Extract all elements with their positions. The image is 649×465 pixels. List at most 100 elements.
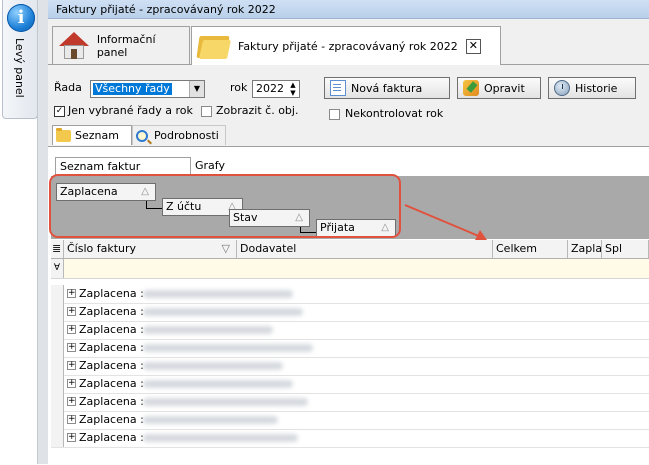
left-panel-tab[interactable]: i Levý panel bbox=[2, 0, 38, 119]
expand-icon[interactable]: + bbox=[67, 433, 76, 442]
redacted-value bbox=[143, 434, 298, 442]
row-header[interactable] bbox=[51, 429, 64, 447]
group-row-label: Zaplacena : bbox=[79, 395, 144, 408]
history-button[interactable]: Historie bbox=[548, 77, 636, 99]
list-panel: Seznam faktur přijatých Grafy Zaplacena … bbox=[48, 146, 649, 465]
group-row-label: Zaplacena : bbox=[79, 431, 144, 444]
rada-label: Řada bbox=[54, 81, 82, 94]
history-icon bbox=[554, 80, 570, 96]
show-order-label: Zobrazit č. obj. bbox=[216, 104, 299, 117]
column-due[interactable]: Spl bbox=[602, 240, 649, 258]
tab-info-panel[interactable]: Informační panel bbox=[52, 26, 190, 64]
expand-icon[interactable]: + bbox=[67, 379, 76, 388]
rok-label: rok bbox=[230, 81, 248, 94]
tab-list-label: Seznam bbox=[75, 129, 119, 142]
history-label: Historie bbox=[575, 81, 618, 95]
column-supplier[interactable]: Dodavatel bbox=[237, 240, 493, 258]
tab-details[interactable]: Podrobnosti bbox=[132, 125, 226, 145]
grid-header: ≣ Číslo faktury ▽ Dodavatel Celkem Zapla… bbox=[51, 240, 649, 259]
column-total[interactable]: Celkem bbox=[493, 240, 568, 258]
group-row[interactable]: + Zaplacena : bbox=[51, 303, 649, 322]
document-tabs: Informační panel Faktury přijaté - zprac… bbox=[48, 20, 649, 65]
folder-icon bbox=[196, 33, 232, 59]
row-header[interactable] bbox=[51, 339, 64, 357]
folder-icon bbox=[56, 127, 71, 142]
window-title: Faktury přijaté - zpracovávaný rok 2022 bbox=[48, 0, 649, 19]
sort-desc-icon: ▽ bbox=[221, 242, 230, 255]
group-row-label: Zaplacena : bbox=[79, 323, 144, 336]
tab-charts[interactable]: Grafy bbox=[191, 157, 231, 175]
row-header[interactable] bbox=[51, 321, 64, 339]
group-row[interactable]: + Zaplacena : bbox=[51, 285, 649, 304]
content-area: Řada Všechny řady ▼ rok 2022 ▲ ▼ Nová fak… bbox=[48, 65, 649, 465]
row-header[interactable] bbox=[51, 393, 64, 411]
tab-details-label: Podrobnosti bbox=[154, 129, 219, 142]
redacted-value bbox=[143, 380, 293, 388]
expand-icon[interactable]: + bbox=[67, 397, 76, 406]
group-row-label: Zaplacena : bbox=[79, 305, 144, 318]
group-row[interactable]: + Zaplacena : bbox=[51, 393, 649, 412]
tab-invoices-label: Faktury přijaté - zpracovávaný rok 2022 bbox=[238, 39, 458, 53]
group-row[interactable]: + Zaplacena : bbox=[51, 339, 649, 358]
row-header[interactable] bbox=[51, 303, 64, 321]
new-invoice-button[interactable]: Nová faktura bbox=[324, 77, 450, 99]
expand-icon[interactable]: + bbox=[67, 307, 76, 316]
edit-button[interactable]: Opravit bbox=[457, 77, 541, 99]
group-row[interactable]: + Zaplacena : bbox=[51, 321, 649, 340]
only-selected-label: Jen vybrané řady a rok bbox=[68, 104, 193, 117]
annotation-highlight bbox=[49, 174, 401, 238]
invoice-grid: ≣ Číslo faktury ▽ Dodavatel Celkem Zapla… bbox=[51, 240, 649, 465]
left-panel: i Levý panel bbox=[0, 0, 38, 464]
row-header[interactable] bbox=[51, 285, 64, 303]
group-row[interactable]: + Zaplacena : bbox=[51, 429, 649, 448]
year-stepper[interactable]: 2022 ▲ ▼ bbox=[252, 80, 300, 98]
redacted-value bbox=[143, 416, 278, 424]
rada-select-value: Všechny řady bbox=[93, 82, 172, 95]
group-row[interactable]: + Zaplacena : bbox=[51, 411, 649, 430]
house-icon bbox=[59, 31, 89, 60]
redacted-value bbox=[143, 398, 308, 406]
edit-label: Opravit bbox=[484, 81, 525, 95]
chevron-down-icon[interactable]: ▼ bbox=[189, 81, 204, 97]
redacted-value bbox=[143, 290, 293, 298]
column-invoice-number[interactable]: Číslo faktury ▽ bbox=[64, 240, 237, 258]
only-selected-checkbox[interactable]: ✓ bbox=[54, 106, 65, 117]
main-window: Faktury přijaté - zpracovávaný rok 2022 … bbox=[48, 0, 649, 465]
column-chooser-icon[interactable]: ≣ bbox=[51, 240, 64, 258]
show-order-checkbox[interactable] bbox=[201, 106, 212, 117]
left-panel-label[interactable]: Levý panel bbox=[13, 38, 26, 98]
expand-icon[interactable]: + bbox=[67, 415, 76, 424]
rada-select[interactable]: Všechny řady ▼ bbox=[90, 80, 205, 98]
row-header[interactable] bbox=[51, 411, 64, 429]
info-icon[interactable]: i bbox=[7, 4, 35, 32]
expand-icon[interactable]: + bbox=[67, 325, 76, 334]
tab-info-panel-label: Informační panel bbox=[96, 32, 156, 59]
magnifier-icon bbox=[136, 129, 148, 142]
group-row-label: Zaplacena : bbox=[79, 377, 144, 390]
group-row-label: Zaplacena : bbox=[79, 359, 144, 372]
group-row[interactable]: + Zaplacena : bbox=[51, 375, 649, 394]
spin-arrows-icon[interactable]: ▲ ▼ bbox=[287, 81, 299, 97]
expand-icon[interactable]: + bbox=[67, 343, 76, 352]
close-tab-icon[interactable]: ✕ bbox=[465, 38, 481, 54]
no-check-year-checkbox[interactable] bbox=[329, 109, 340, 120]
tab-list[interactable]: Seznam bbox=[52, 125, 132, 145]
no-check-year-label: Nekontrolovat rok bbox=[345, 107, 444, 120]
group-row[interactable]: + Zaplacena : bbox=[51, 357, 649, 376]
redacted-value bbox=[143, 326, 273, 334]
group-row-label: Zaplacena : bbox=[79, 287, 144, 300]
tab-invoice-list[interactable]: Seznam faktur přijatých bbox=[55, 157, 191, 191]
column-paid[interactable]: Zapla bbox=[568, 240, 602, 258]
row-header[interactable] bbox=[51, 357, 64, 375]
group-row-label: Zaplacena : bbox=[79, 413, 144, 426]
tab-invoices[interactable]: Faktury přijaté - zpracovávaný rok 2022 … bbox=[191, 26, 501, 65]
expand-icon[interactable]: + bbox=[67, 289, 76, 298]
year-value: 2022 bbox=[256, 82, 284, 95]
redacted-value bbox=[143, 308, 303, 316]
filter-icon[interactable]: ∀ bbox=[51, 259, 64, 278]
row-header[interactable] bbox=[51, 375, 64, 393]
new-invoice-label: Nová faktura bbox=[351, 81, 423, 95]
expand-icon[interactable]: + bbox=[67, 361, 76, 370]
redacted-value bbox=[143, 344, 313, 352]
grid-filter-row[interactable]: ∀ bbox=[51, 259, 649, 279]
